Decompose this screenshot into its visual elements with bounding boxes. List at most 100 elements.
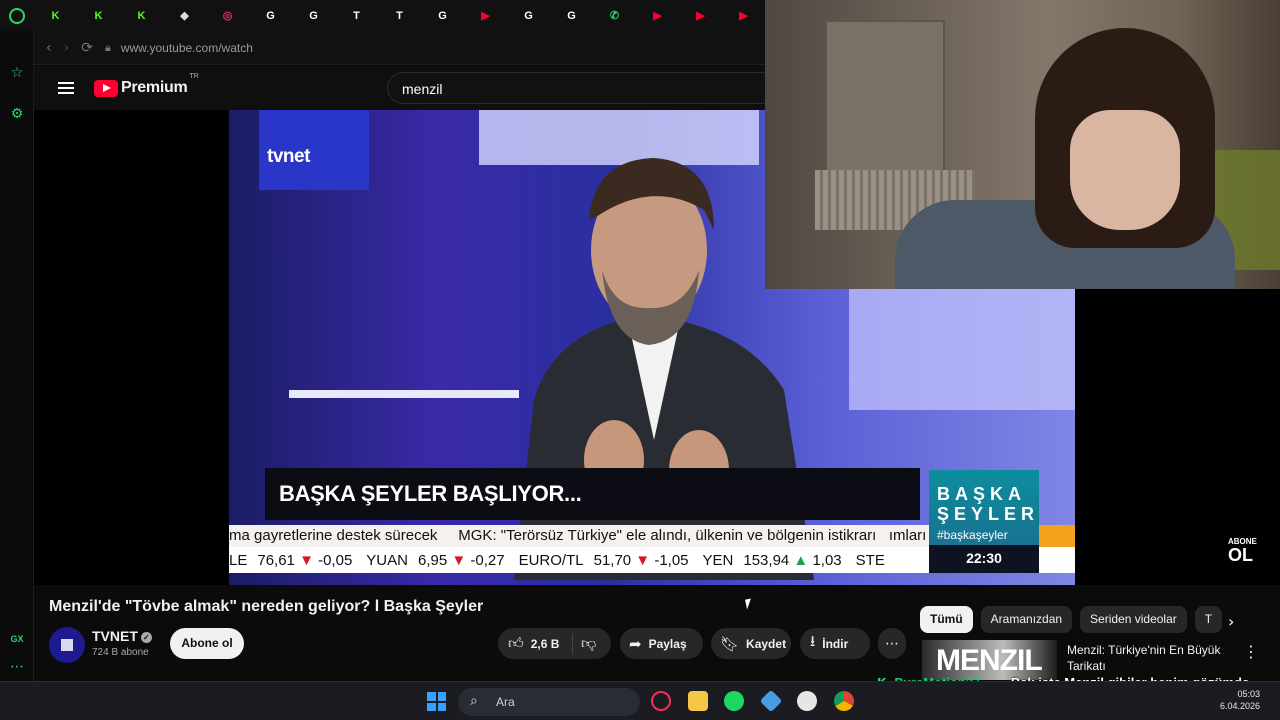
market-name: LE <box>229 552 248 569</box>
market-value: 76,61 <box>257 552 295 569</box>
download-label: İndir <box>822 636 849 651</box>
browser-tab[interactable]: ▶ <box>722 0 765 31</box>
arrow-down-icon: ▼ <box>294 552 319 569</box>
video-title: Menzil'de "Tövbe almak" nereden geliyor?… <box>49 598 484 615</box>
download-icon: ⭳ <box>810 632 816 650</box>
google-icon: G <box>524 9 533 22</box>
more-actions-button[interactable]: ⋯ <box>878 628 906 659</box>
google-icon: G <box>266 9 275 22</box>
bookmark-icon: 🔖︎ <box>720 634 740 653</box>
download-button[interactable]: ⭳ İndir <box>800 628 870 659</box>
streamer-face <box>1070 110 1180 230</box>
app-icon[interactable] <box>759 689 783 713</box>
youtube-icon: ▶ <box>481 10 490 22</box>
like-button[interactable]: 👍︎ 2,6 B <box>498 633 573 654</box>
market-item: EURO/TL 51,70 ▼ -1,05 <box>519 552 689 569</box>
filter-chip[interactable]: Tümü <box>920 606 973 633</box>
subscribe-overlay[interactable]: ABONE OL <box>1228 538 1257 565</box>
taskbar-search-placeholder: Ara <box>496 695 515 709</box>
market-value: 51,70 <box>593 552 632 569</box>
spotify-icon[interactable] <box>724 691 744 711</box>
back-icon[interactable]: ‹ <box>46 40 52 56</box>
browser-tab[interactable]: K <box>120 0 163 31</box>
market-name: YUAN <box>366 552 408 569</box>
browser-tab[interactable]: ◎ <box>206 0 249 31</box>
share-label: Paylaş <box>648 636 687 651</box>
browser-tab[interactable]: G <box>421 0 464 31</box>
steam-icon[interactable] <box>797 691 817 711</box>
ticker-accent <box>1035 525 1075 547</box>
webcam-overlay <box>765 0 1280 289</box>
system-clock[interactable]: 05:03 6.04.2026 <box>1220 688 1260 712</box>
studio-screen <box>849 280 1075 410</box>
chevron-right-icon[interactable]: › <box>1228 612 1234 631</box>
lock-icon: 🔒︎ <box>104 40 111 54</box>
gx-label: GX <box>10 634 24 644</box>
chrome-icon[interactable] <box>834 691 854 711</box>
market-value: 6,95 <box>417 552 448 569</box>
browser-tab[interactable]: G <box>249 0 292 31</box>
related-video-title[interactable]: Menzil: Türkiye'nin En Büyük Tarikatı <box>1067 642 1227 674</box>
share-icon: ➦ <box>629 634 642 653</box>
dislike-button[interactable]: 👎︎ <box>573 634 603 653</box>
arrow-up-icon: ▲ <box>789 552 813 569</box>
google-icon: G <box>567 9 576 22</box>
clock-time: 05:03 <box>1237 689 1260 699</box>
browser-tab[interactable]: K <box>34 0 77 31</box>
browser-tab[interactable]: G <box>550 0 593 31</box>
github-icon: ◆ <box>180 10 189 22</box>
save-button[interactable]: 🔖︎ Kaydet <box>711 628 791 659</box>
browser-tab[interactable]: T <box>335 0 378 31</box>
reload-icon[interactable]: ⟳ <box>81 40 93 56</box>
k-icon: K <box>137 9 146 22</box>
search-input[interactable]: menzil <box>387 72 765 104</box>
star-icon[interactable]: ☆ <box>9 65 25 81</box>
taskbar-search[interactable]: ⌕ Ara <box>458 688 640 716</box>
studio-strip <box>289 390 519 398</box>
browser-tab[interactable]: G <box>292 0 335 31</box>
tvnet-logo: tvnet <box>267 146 310 167</box>
tiktok-icon: T <box>353 9 360 22</box>
browser-tab[interactable]: ▶ <box>636 0 679 31</box>
youtube-icon: ▶ <box>696 10 705 22</box>
youtube-premium-logo[interactable]: Premium TR <box>94 73 199 97</box>
opera-gx-logo-icon[interactable] <box>0 0 34 31</box>
extensions-icon[interactable]: ⚙ <box>9 106 25 122</box>
channel-avatar[interactable] <box>49 627 85 663</box>
share-button[interactable]: ➦ Paylaş <box>620 628 703 659</box>
brand-box-hashtag: #başkaşeyler <box>937 528 1008 542</box>
brand-box-title: BAŞKA ŞEYLER <box>937 484 1040 524</box>
filter-chip[interactable]: Seriden videolar <box>1080 606 1187 633</box>
file-explorer-icon[interactable] <box>688 691 708 711</box>
browser-tab[interactable]: ◆ <box>163 0 206 31</box>
subscribe-button[interactable]: Abone ol <box>170 628 244 659</box>
url-field[interactable]: www.youtube.com/watch <box>121 41 253 55</box>
subscriber-count: 724 B abone <box>92 647 149 658</box>
browser-tab[interactable]: K <box>77 0 120 31</box>
browser-tab[interactable]: ✆ <box>593 0 636 31</box>
windows-start-icon[interactable] <box>427 692 446 711</box>
market-item: YEN 153,94 ▲ 1,03 <box>703 552 842 569</box>
lower-third-text: BAŞKA ŞEYLER BAŞLIYOR... <box>279 481 582 506</box>
google-icon: G <box>438 9 447 22</box>
menu-icon[interactable] <box>58 82 74 94</box>
browser-tab[interactable]: T <box>378 0 421 31</box>
search-icon: ⌕ <box>470 693 478 709</box>
channel-name[interactable]: TVNET ✓ <box>92 628 152 644</box>
browser-tab[interactable]: ▶ <box>679 0 722 31</box>
more-vert-icon[interactable]: ⋮ <box>1243 642 1259 661</box>
forward-icon[interactable]: › <box>64 40 70 56</box>
browser-tab[interactable]: ▶ <box>464 0 507 31</box>
market-change: -1,05 <box>654 552 689 569</box>
youtube-play-icon <box>94 79 118 97</box>
filter-chip[interactable]: Aramanızdan <box>980 606 1073 633</box>
youtube-icon: ▶ <box>739 10 748 22</box>
thumbnail-text: MENZIL <box>936 644 1043 677</box>
market-change: -0,27 <box>470 552 505 569</box>
browser-tab[interactable]: G <box>507 0 550 31</box>
more-icon[interactable]: ⋯ <box>9 659 25 675</box>
market-name: STE <box>855 552 885 569</box>
related-filter-chips: Tümü Aramanızdan Seriden videolar T <box>920 606 1223 633</box>
filter-chip[interactable]: T <box>1194 606 1223 633</box>
opera-gx-taskbar-icon[interactable] <box>651 691 671 711</box>
